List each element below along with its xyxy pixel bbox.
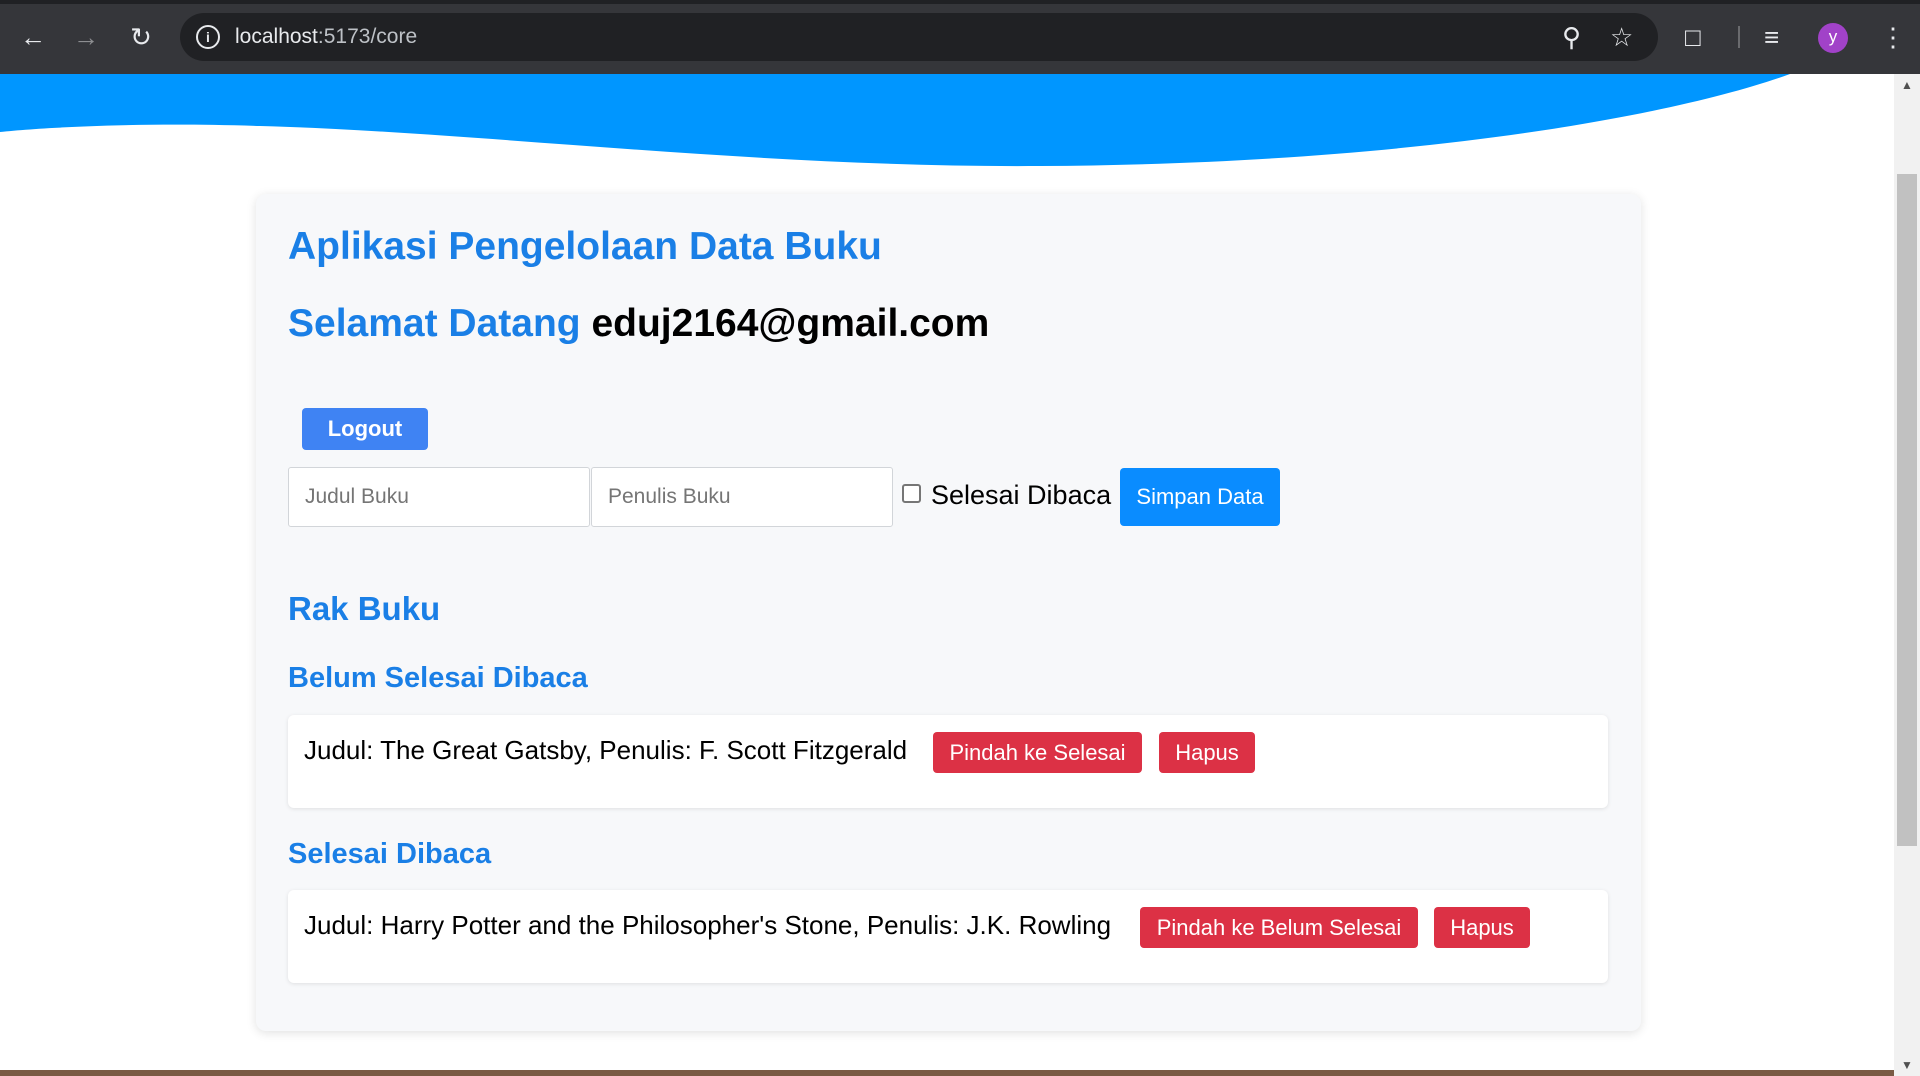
- move-to-unfinished-button[interactable]: Pindah ke Belum Selesai: [1140, 907, 1418, 948]
- unfinished-heading: Belum Selesai Dibaca: [288, 662, 588, 694]
- welcome-label: Selamat Datang: [288, 302, 581, 345]
- welcome-heading: Selamat Datang eduj2164@gmail.com: [288, 302, 989, 346]
- shelf-heading: Rak Buku: [288, 590, 441, 627]
- user-email: eduj2164@gmail.com: [591, 302, 990, 345]
- menu-icon[interactable]: ⋮: [1880, 22, 1906, 52]
- scroll-up-icon[interactable]: ▲: [1894, 78, 1920, 92]
- url-text[interactable]: localhost:5173/core: [235, 25, 417, 49]
- book-title-input[interactable]: [288, 467, 590, 527]
- book-item: Judul: The Great Gatsby, Penulis: F. Sco…: [288, 715, 1608, 808]
- scrollbar-thumb[interactable]: [1897, 174, 1917, 846]
- profile-avatar[interactable]: y: [1818, 23, 1848, 53]
- zoom-icon[interactable]: ⚲: [1562, 23, 1581, 51]
- delete-button[interactable]: Hapus: [1434, 907, 1530, 948]
- header-wave: [0, 74, 1790, 167]
- book-author-input[interactable]: [591, 467, 893, 527]
- reload-icon[interactable]: ↻: [126, 22, 156, 52]
- extensions-icon[interactable]: □: [1685, 22, 1701, 52]
- url-host: localhost: [235, 25, 318, 48]
- forward-icon[interactable]: →: [71, 22, 101, 52]
- finished-heading: Selesai Dibaca: [288, 838, 492, 870]
- bookmark-star-icon[interactable]: ☆: [1610, 23, 1633, 51]
- address-bar[interactable]: i localhost:5173/core ⚲ ☆: [180, 13, 1658, 61]
- tab-strip-edge: [0, 0, 1920, 4]
- media-controls-icon[interactable]: ≡: [1764, 22, 1779, 52]
- delete-button[interactable]: Hapus: [1159, 732, 1255, 773]
- background-image-edge: [0, 1070, 1894, 1076]
- logout-button[interactable]: Logout: [302, 408, 428, 450]
- finished-checkbox[interactable]: [902, 484, 921, 503]
- book-item-text: Judul: Harry Potter and the Philosopher'…: [304, 910, 1112, 940]
- toolbar-separator: [1738, 26, 1740, 48]
- browser-toolbar: ← → ↻ i localhost:5173/core ⚲ ☆ □ ≡ y ⋮: [0, 0, 1920, 74]
- scroll-down-icon[interactable]: ▼: [1894, 1058, 1920, 1072]
- book-item: Judul: Harry Potter and the Philosopher'…: [288, 890, 1608, 983]
- save-data-button[interactable]: Simpan Data: [1120, 468, 1280, 526]
- url-path: :5173/core: [317, 25, 418, 48]
- page-title: Aplikasi Pengelolaan Data Buku: [288, 225, 882, 268]
- back-icon[interactable]: ←: [18, 22, 48, 52]
- move-to-finished-button[interactable]: Pindah ke Selesai: [933, 732, 1142, 773]
- book-item-text: Judul: The Great Gatsby, Penulis: F. Sco…: [304, 735, 908, 765]
- vertical-scrollbar[interactable]: ▲ ▼: [1894, 74, 1920, 1076]
- site-info-icon[interactable]: i: [196, 25, 220, 49]
- finished-checkbox-label[interactable]: Selesai Dibaca: [931, 480, 1111, 511]
